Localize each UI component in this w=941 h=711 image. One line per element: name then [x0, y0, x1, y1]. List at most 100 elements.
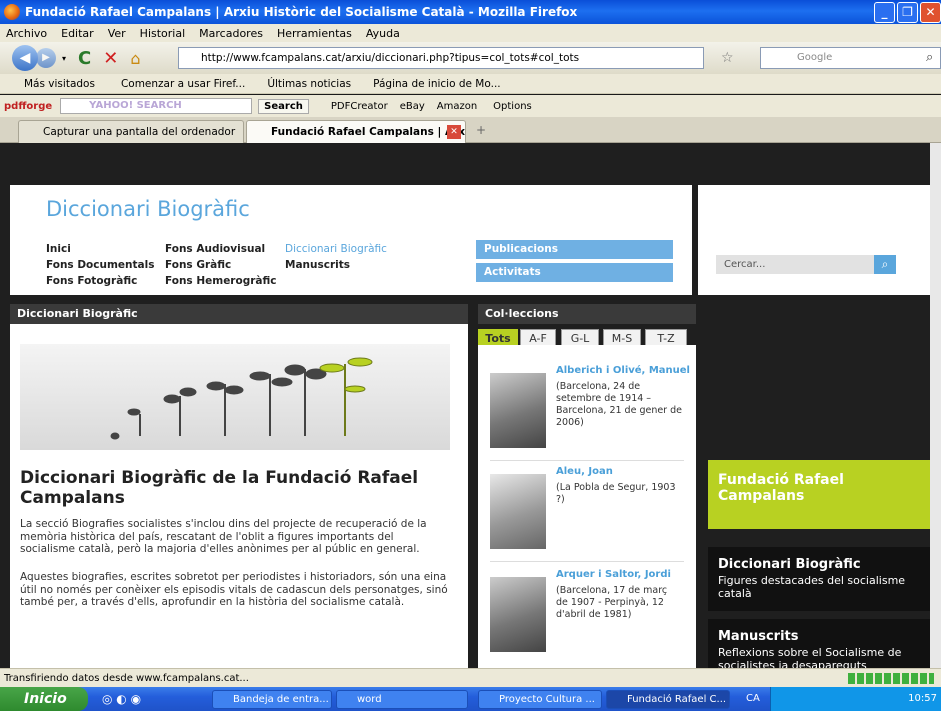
clock: 10:57 [908, 693, 937, 704]
options-button[interactable]: Options [493, 101, 532, 112]
person-name[interactable]: Alberich i Olivé, Manuel [556, 365, 690, 376]
list-item[interactable]: Aleu, Joan (La Pobla de Segur, 1903 ?) [490, 464, 684, 562]
list-item[interactable]: Arquer i Saltor, Jordi (Barcelona, 17 de… [490, 567, 684, 665]
status-text: Transfiriendo datos desde www.fcampalans… [4, 673, 249, 684]
nav-fons-audiovisual[interactable]: Fons Audiovisual [165, 243, 265, 255]
person-photo [490, 474, 546, 549]
nav-fons-documentals[interactable]: Fons Documentals [46, 259, 154, 271]
article-title: Diccionari Biogràfic de la Fundació Rafa… [20, 468, 419, 508]
person-photo [490, 373, 546, 448]
article-paragraph-1: La secció Biografies socialistes s'inclo… [20, 518, 427, 555]
new-tab-icon[interactable]: + [476, 123, 486, 137]
url-input[interactable]: http://www.fcampalans.cat/arxiu/dicciona… [178, 47, 704, 69]
publicacions-button[interactable]: Publicacions [476, 240, 673, 259]
stop-icon[interactable]: ✕ [103, 48, 118, 69]
taskbar-word-folder[interactable]: word [336, 690, 468, 709]
web-page: Diccionari Biogràfic Inici Fons Audiovis… [0, 143, 941, 668]
search-input[interactable]: Google [760, 47, 941, 69]
nav-inici[interactable]: Inici [46, 243, 71, 255]
nav-diccionari[interactable]: Diccionari Biogràfic [285, 243, 387, 255]
collections-header: Col·leccions [478, 304, 696, 324]
system-tray: 10:57 [770, 687, 941, 711]
menu-herramientas[interactable]: Herramientas [277, 27, 352, 40]
taskbar-outlook[interactable]: Bandeja de entra... [212, 690, 332, 709]
maximize-button[interactable]: ❐ [897, 2, 918, 23]
navigation-toolbar: ◀ ▶ ▾ C ✕ ⌂ http://www.fcampalans.cat/ar… [0, 42, 941, 74]
minimize-button[interactable]: _ [874, 2, 895, 23]
tab-bar: Capturar una pantalla del ordenador Fund… [0, 117, 941, 143]
nav-manuscrits[interactable]: Manuscrits [285, 259, 350, 271]
tab-label: Capturar una pantalla del ordenador [43, 126, 236, 138]
person-dates: (Barcelona, 24 de setembre de 1914 – Bar… [556, 381, 682, 428]
site-search-icon[interactable]: ⌕ [874, 255, 896, 274]
pdfforge-logo: pdfforge [4, 100, 53, 112]
person-photo [490, 577, 546, 652]
quicklaunch-icons[interactable]: ◎ ◐ ◉ [102, 692, 141, 706]
bookmark-star-icon[interactable]: ☆ [721, 50, 734, 66]
tab-capturar[interactable]: Capturar una pantalla del ordenador [18, 120, 244, 143]
taskbar-proyecto[interactable]: Proyecto Cultura ... [478, 690, 602, 709]
menu-historial[interactable]: Historial [140, 27, 185, 40]
tab-label: Fundació Rafael Campalans | Arx... [271, 126, 466, 138]
amazon-button[interactable]: Amazon [437, 101, 477, 112]
site-search-input[interactable]: Cercar... [716, 255, 874, 274]
back-icon[interactable]: ◀ [12, 45, 38, 71]
promo-fundacio[interactable]: Fundació Rafael Campalans [708, 460, 930, 529]
yahoo-search-input[interactable]: YAHOO! SEARCH [60, 98, 253, 114]
history-dropdown-icon[interactable]: ▾ [62, 54, 66, 63]
start-button[interactable]: Inicio [0, 687, 88, 711]
reload-icon[interactable]: C [78, 48, 91, 69]
menu-marcadores[interactable]: Marcadores [199, 27, 263, 40]
search-panel [698, 185, 930, 295]
tab-fundacio[interactable]: Fundació Rafael Campalans | Arx... ✕ [246, 120, 466, 143]
forward-icon[interactable]: ▶ [36, 48, 56, 68]
windows-taskbar: Inicio ◎ ◐ ◉ Bandeja de entra... word Pr… [0, 687, 941, 711]
menu-archivo[interactable]: Archivo [6, 27, 47, 40]
section-header: Diccionari Biogràfic [10, 304, 468, 324]
activitats-button[interactable]: Activitats [476, 263, 673, 282]
progress-bar [848, 673, 934, 684]
language-indicator[interactable]: CA [746, 693, 760, 704]
menu-editar[interactable]: Editar [61, 27, 94, 40]
search-button[interactable]: Search [258, 98, 309, 114]
home-icon[interactable]: ⌂ [130, 49, 140, 68]
nav-fons-grafic[interactable]: Fons Gràfic [165, 259, 231, 271]
promo-subtitle: Reflexions sobre el Socialisme de social… [718, 646, 902, 668]
sprouts-banner-image [20, 344, 450, 450]
bookmark-comenzar[interactable]: Comenzar a usar Firef... [121, 78, 245, 90]
yahoo-toolbar: pdfforge YAHOO! SEARCH Search PDFCreator… [0, 95, 941, 117]
menu-ayuda[interactable]: Ayuda [366, 27, 400, 40]
promo-diccionari[interactable]: Diccionari Biogràfic Figures destacades … [708, 547, 930, 611]
promo-manuscrits[interactable]: Manuscrits Reflexions sobre el Socialism… [708, 619, 930, 668]
vertical-scrollbar[interactable] [930, 143, 941, 668]
people-list: Alberich i Olivé, Manuel (Barcelona, 24 … [478, 345, 696, 668]
person-dates: (Barcelona, 17 de març de 1907 - Perpiny… [556, 585, 668, 620]
person-name[interactable]: Aleu, Joan [556, 466, 613, 477]
promo-subtitle: Figures destacades del socialisme català [718, 574, 906, 600]
bookmark-mas-visitados[interactable]: Más visitados [24, 78, 95, 90]
taskbar-firefox[interactable]: Fundació Rafael C... [606, 690, 730, 709]
ebay-button[interactable]: eBay [400, 101, 425, 112]
close-button[interactable]: ✕ [920, 2, 941, 23]
bookmark-pagina-inicio[interactable]: Página de inicio de Mo... [373, 78, 500, 90]
close-tab-icon[interactable]: ✕ [447, 125, 461, 139]
menu-ver[interactable]: Ver [108, 27, 126, 40]
site-title: Diccionari Biogràfic [46, 197, 250, 221]
article-paragraph-2: Aquestes biografies, escrites sobretot p… [20, 571, 448, 608]
promo-title: Manuscrits [718, 629, 799, 644]
bookmark-ultimas-noticias[interactable]: Últimas noticias [267, 78, 351, 90]
bookmarks-bar: Más visitados Comenzar a usar Firef... Ú… [0, 74, 941, 94]
nav-fons-hemerografic[interactable]: Fons Hemerogràfic [165, 275, 277, 287]
list-item[interactable]: Alberich i Olivé, Manuel (Barcelona, 24 … [490, 363, 690, 461]
promo-title: Diccionari Biogràfic [718, 557, 861, 572]
menu-bar: Archivo Editar Ver Historial Marcadores … [0, 24, 941, 42]
pdfcreator-button[interactable]: PDFCreator [331, 101, 388, 112]
person-name[interactable]: Arquer i Saltor, Jordi [556, 569, 671, 580]
person-dates: (La Pobla de Segur, 1903 ?) [556, 482, 676, 505]
window-title-bar: Fundació Rafael Campalans | Arxiu Històr… [0, 0, 941, 24]
search-icon[interactable]: ⌕ [926, 50, 933, 65]
nav-fons-fotografic[interactable]: Fons Fotogràfic [46, 275, 137, 287]
firefox-icon [4, 4, 20, 20]
status-bar: Transfiriendo datos desde www.fcampalans… [0, 668, 941, 687]
window-title: Fundació Rafael Campalans | Arxiu Històr… [25, 5, 578, 19]
